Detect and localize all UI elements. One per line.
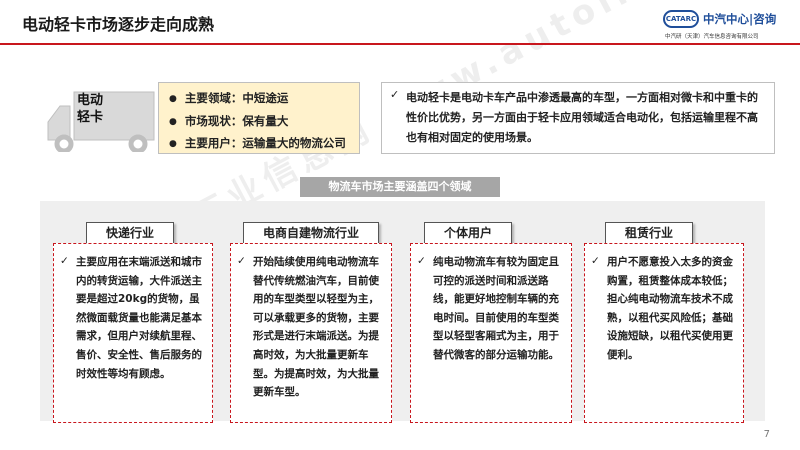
highlight-status: 市场现状：保有量大 (169, 111, 359, 134)
check-icon: ✓ (60, 255, 69, 267)
segment-card-leasing: ✓ 用户不愿意投入太多的资金购置，租赁整体成本较低；担心纯电动物流车技术不成熟，… (584, 243, 744, 423)
segment-tag-ecommerce: 电商自建物流行业 (243, 222, 379, 244)
check-icon: ✓ (237, 255, 246, 267)
segment-text: 用户不愿意投入太多的资金购置，租赁整体成本较低；担心纯电动物流车技术不成熟，以租… (607, 256, 733, 361)
highlight-domain: 主要领域：中短途运 (169, 88, 359, 111)
segment-card-ecommerce: ✓ 开始陆续使用纯电动物流车替代传统燃油汽车，目前使用的车型类型以轻型为主，可以… (230, 243, 392, 423)
segment-text: 开始陆续使用纯电动物流车替代传统燃油汽车，目前使用的车型类型以轻型为主，可以承载… (253, 256, 379, 399)
segment-card-express: ✓ 主要应用在末端派送和城市内的转货运输，大件派送主要是超过20kg的货物，虽然… (53, 243, 213, 423)
summary-text: 电动轻卡是电动卡车产品中渗透最高的车型，一方面相对微卡和中重卡的性价比优势，另一… (406, 91, 758, 144)
page-title: 电动轻卡市场逐步走向成熟 (22, 15, 215, 34)
segment-tag-individual: 个体用户 (424, 222, 512, 244)
segment-tag-leasing: 租赁行业 (605, 222, 693, 244)
logo-mark: CATARC (663, 10, 699, 28)
page-number: 7 (763, 429, 770, 440)
segment-tag-express: 快递行业 (86, 222, 174, 244)
segments-banner: 物流车市场主要涵盖四个领域 (300, 177, 500, 197)
title-divider (0, 43, 800, 45)
summary-box: ✓ 电动轻卡是电动卡车产品中渗透最高的车型，一方面相对微卡和中重卡的性价比优势，… (381, 82, 775, 154)
check-icon: ✓ (591, 255, 600, 267)
check-icon: ✓ (390, 88, 400, 101)
highlight-users: 主要用户：运输量大的物流公司 (169, 133, 359, 156)
logo-subtitle: 中汽研（天津）汽车信息咨询有限公司 (665, 34, 759, 40)
check-icon: ✓ (417, 255, 426, 267)
segment-text: 纯电动物流车有较为固定且可控的派送时间和派送路线，能更好地控制车辆的充电时间。目… (433, 256, 559, 361)
highlights-box: 主要领域：中短途运 市场现状：保有量大 主要用户：运输量大的物流公司 (158, 82, 360, 154)
logo-name: 中汽中心|咨询 (703, 12, 777, 26)
segment-text: 主要应用在末端派送和城市内的转货运输，大件派送主要是超过20kg的货物，虽然微面… (76, 256, 202, 380)
truck-label: 电动 轻卡 (76, 93, 103, 125)
company-logo: CATARC 中汽中心|咨询 中汽研（天津）汽车信息咨询有限公司 (663, 8, 793, 42)
segment-card-individual: ✓ 纯电动物流车有较为固定且可控的派送时间和派送路线，能更好地控制车辆的充电时间… (410, 243, 572, 423)
